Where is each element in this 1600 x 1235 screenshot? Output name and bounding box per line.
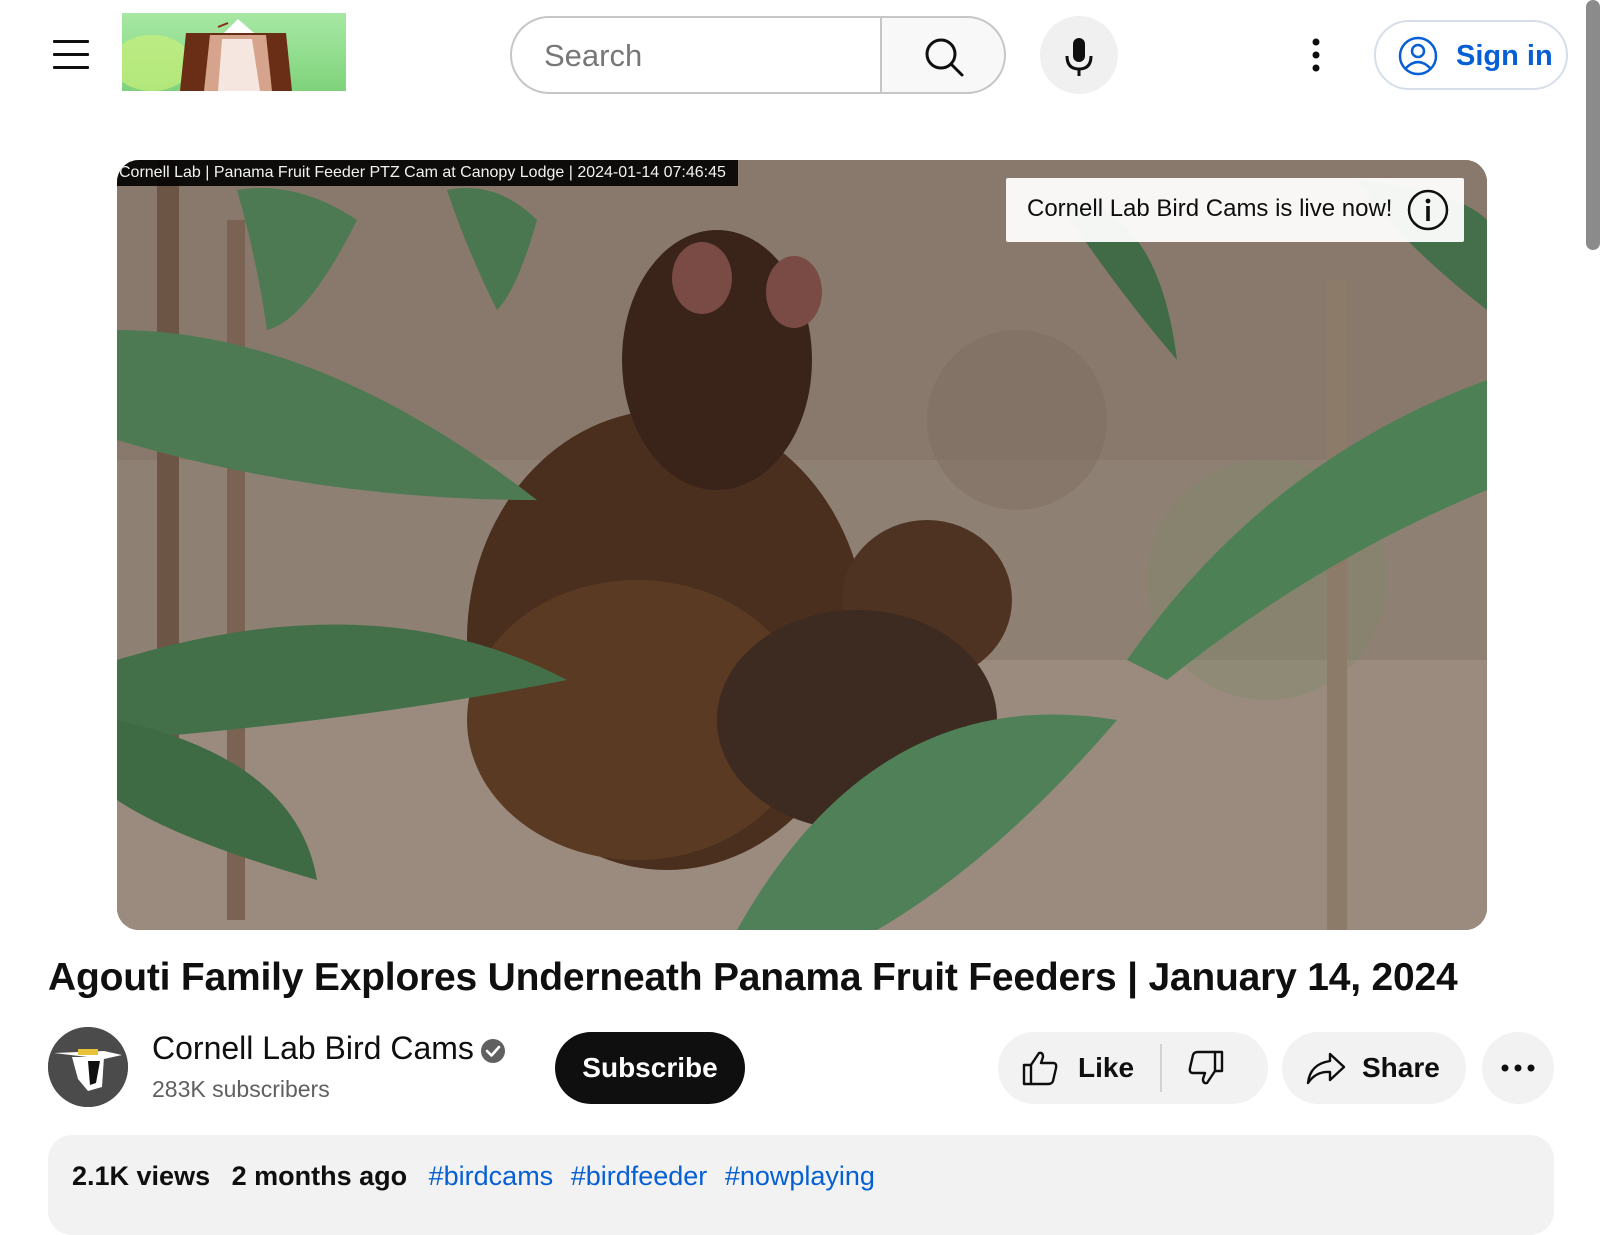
share-icon [1306,1052,1346,1085]
more-actions-button[interactable] [1482,1032,1554,1104]
video-player[interactable]: Cornell Lab | Panama Fruit Feeder PTZ Ca… [117,160,1487,930]
mic-icon [1065,38,1093,76]
view-count: 2.1K views [72,1161,211,1191]
subscriber-count: 283K subscribers [152,1076,330,1102]
verified-badge-icon [481,1039,505,1063]
subscribe-button[interactable]: Subscribe [555,1032,745,1104]
video-frame [117,160,1487,930]
hashtag-link[interactable]: #nowplaying [725,1161,875,1191]
like-button[interactable]: Like [998,1032,1162,1104]
search-icon [925,38,964,77]
search-button[interactable] [880,16,1006,94]
like-divider [1160,1044,1162,1092]
share-label: Share [1362,1052,1440,1083]
logo-image [122,19,292,91]
search-input[interactable] [542,18,866,94]
sign-in-label: Sign in [1456,40,1553,72]
live-now-banner[interactable]: Cornell Lab Bird Cams is live now! [1006,178,1464,242]
page-scrollbar[interactable] [1586,0,1600,250]
like-label: Like [1078,1052,1135,1083]
channel-logo[interactable] [122,13,346,91]
search-box[interactable] [510,16,882,94]
sign-in-button[interactable]: Sign in [1374,20,1568,90]
voice-search-button[interactable] [1040,16,1118,94]
like-dislike-group: Like [998,1032,1268,1104]
account-icon [1398,36,1438,76]
hashtag-link[interactable]: #birdfeeder [571,1161,708,1191]
thumbs-up-icon [1022,1051,1058,1086]
menu-button[interactable] [44,30,100,80]
more-horiz-icon [1501,1064,1535,1072]
video-title: Agouti Family Explores Underneath Panama… [48,956,1458,999]
upload-age: 2 months ago [231,1161,408,1191]
stream-overlay-text: Cornell Lab | Panama Fruit Feeder PTZ Ca… [117,160,738,186]
menu-icon [53,40,89,43]
channel-name[interactable]: Cornell Lab Bird Cams [152,1030,474,1067]
info-icon[interactable] [1406,188,1450,232]
thumbs-down-icon [1188,1050,1224,1085]
settings-menu-button[interactable] [1296,30,1336,80]
dislike-button[interactable] [1164,1032,1268,1104]
hashtag-link[interactable]: #birdcams [429,1161,554,1191]
bird-logo-icon [48,1027,128,1107]
more-vert-icon [1312,38,1320,72]
description-box[interactable]: 2.1K views 2 months ago #birdcams #birdf… [48,1135,1554,1235]
live-banner-text: Cornell Lab Bird Cams is live now! [1027,195,1393,222]
description-meta: 2.1K views 2 months ago #birdcams #birdf… [72,1161,885,1192]
channel-avatar[interactable] [48,1027,128,1107]
share-button[interactable]: Share [1282,1032,1466,1104]
